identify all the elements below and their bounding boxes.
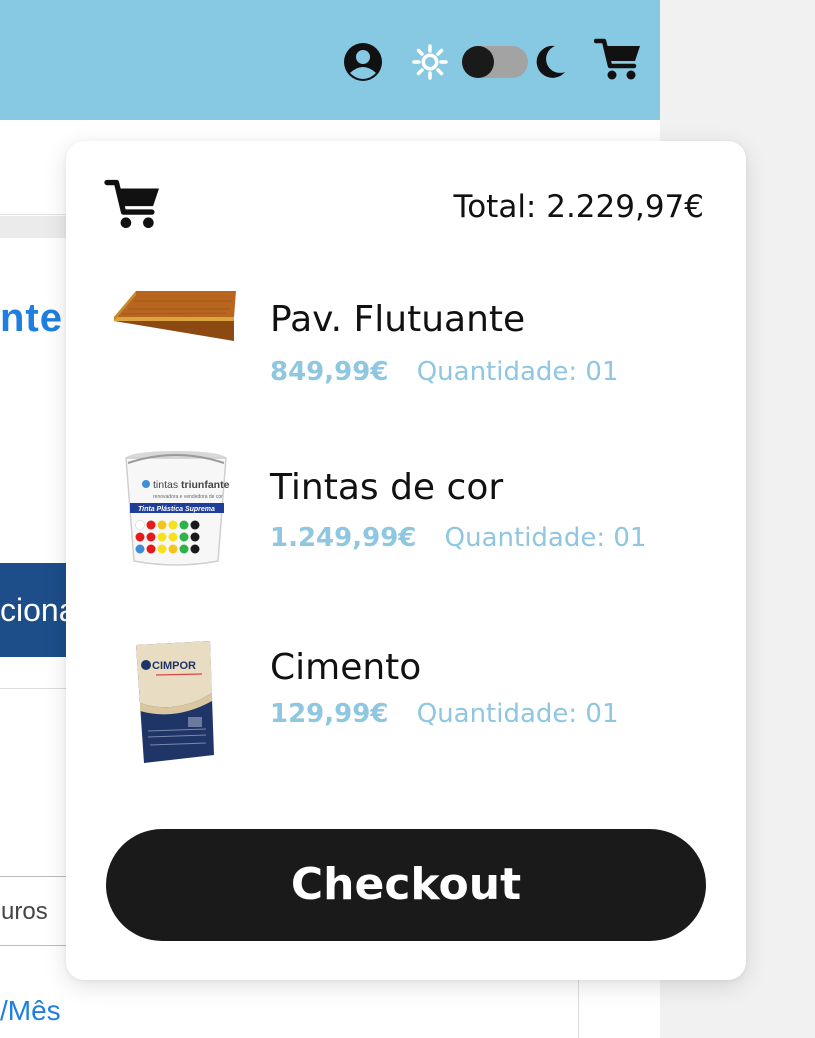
- cart-popover: Total: 2.229,97€ Pav. Flutuante 849,99€ …: [66, 141, 746, 980]
- cart-item[interactable]: tintas triunfante renovadora e vendedora…: [66, 441, 746, 571]
- paint-bucket-thumbnail: tintas triunfante renovadora e vendedora…: [125, 451, 230, 566]
- item-price: 849,99€: [270, 357, 389, 387]
- item-name: Pav. Flutuante: [270, 299, 526, 340]
- moon-icon: [536, 45, 565, 78]
- cart-item[interactable]: CIMPOR Cimento 129,99€ Quantidade: 01: [66, 637, 746, 767]
- toggle-knob: [462, 46, 494, 78]
- background-price-link[interactable]: /Mês: [0, 995, 61, 1027]
- svg-text:CIMPOR: CIMPOR: [152, 660, 196, 672]
- item-quantity: Quantidade: 01: [444, 523, 647, 553]
- item-name: Cimento: [270, 647, 422, 688]
- item-price: 129,99€: [270, 699, 389, 729]
- item-name: Tintas de cor: [270, 467, 504, 508]
- item-meta: 129,99€ Quantidade: 01: [270, 699, 619, 729]
- svg-text:tintas triunfante: tintas triunfante: [153, 479, 230, 491]
- item-quantity: Quantidade: 01: [416, 699, 619, 729]
- cart-item[interactable]: Pav. Flutuante 849,99€ Quantidade: 01: [66, 259, 746, 389]
- cart-icon[interactable]: [594, 38, 642, 82]
- cement-bag-thumbnail: CIMPOR: [136, 641, 214, 763]
- item-meta: 849,99€ Quantidade: 01: [270, 357, 619, 387]
- svg-text:renovadora e vendedora de cor: renovadora e vendedora de cor: [153, 494, 223, 500]
- user-icon[interactable]: [341, 42, 385, 82]
- item-meta: 1.249,99€ Quantidade: 01: [270, 523, 646, 553]
- item-quantity: Quantidade: 01: [416, 357, 619, 387]
- svg-text:Tinta Plástica Suprema: Tinta Plástica Suprema: [138, 506, 215, 513]
- cart-total: Total: 2.229,97€: [453, 189, 704, 225]
- floor-plank-thumbnail: [114, 291, 236, 341]
- sun-icon: [412, 44, 448, 80]
- background-heading: nte: [0, 296, 63, 340]
- theme-toggle[interactable]: [462, 46, 528, 78]
- item-price: 1.249,99€: [270, 523, 417, 553]
- cart-icon: [104, 179, 159, 229]
- checkout-button[interactable]: Checkout: [106, 829, 706, 941]
